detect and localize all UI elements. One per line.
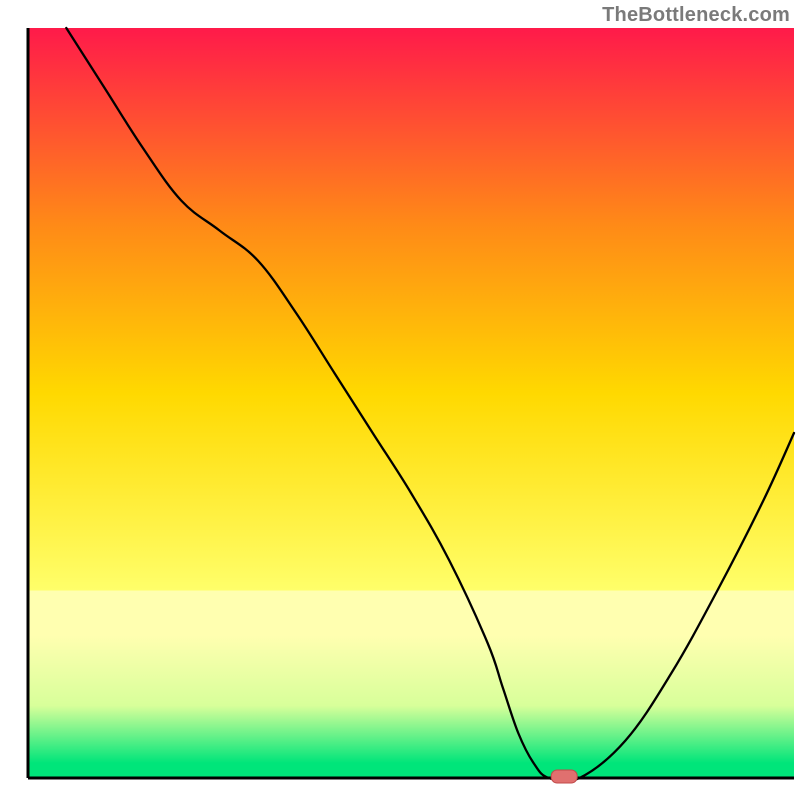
yellow-green-band xyxy=(28,636,794,764)
plot-area xyxy=(28,28,794,778)
pale-yellow-band xyxy=(28,591,794,636)
gradient-background xyxy=(28,28,794,591)
watermark-label: TheBottleneck.com xyxy=(602,4,790,27)
bottleneck-chart xyxy=(0,0,800,800)
chart-container: TheBottleneck.com xyxy=(0,0,800,800)
green-strip xyxy=(28,763,794,778)
optimal-marker xyxy=(551,770,577,783)
